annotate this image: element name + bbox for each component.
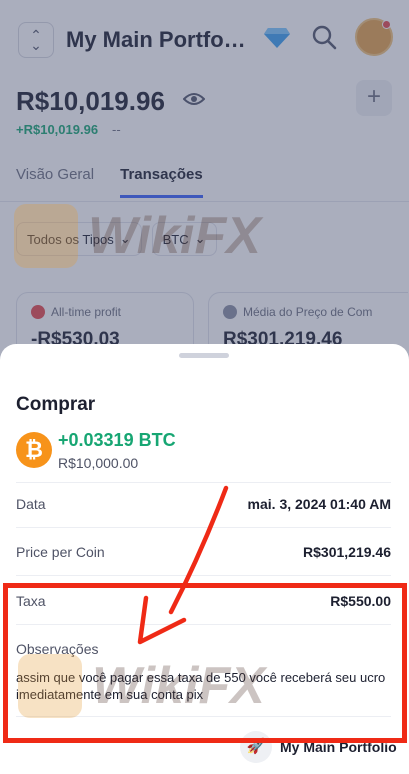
transaction-type-title: Comprar [16,394,96,415]
date-label: Data [16,496,46,512]
watermark: WikiFX [14,204,261,268]
price-per-coin-label: Price per Coin [16,544,105,560]
price-per-coin-row: Price per Coin R$301,219.46 [16,544,391,560]
bitcoin-icon: ₿ [16,432,52,468]
wikifx-logo [14,204,78,268]
watermark-text: WikiFX [88,207,261,265]
price-per-coin-value: R$301,219.46 [303,544,391,560]
transaction-amount: +0.03319 BTC [58,430,176,450]
sheet-drag-handle[interactable] [179,353,229,358]
divider [16,527,391,528]
divider [16,575,391,576]
date-value: mai. 3, 2024 01:40 AM [247,496,391,512]
transaction-fiat-value: R$10,000.00 [58,455,139,471]
annotation-highlight-box [3,583,407,743]
divider [16,482,391,483]
date-row: Data mai. 3, 2024 01:40 AM [16,496,391,512]
